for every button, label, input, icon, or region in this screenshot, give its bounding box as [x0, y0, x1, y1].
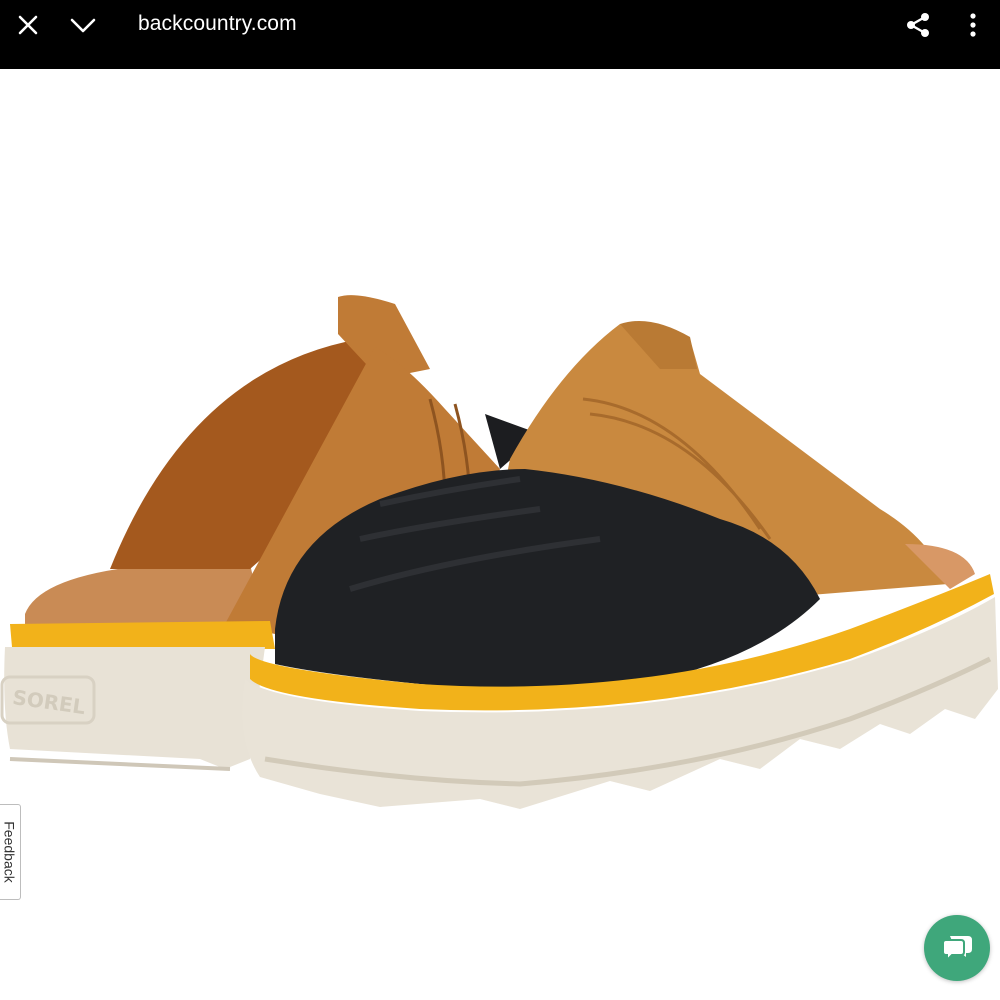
- feedback-tab[interactable]: Feedback: [0, 804, 21, 900]
- close-icon: [18, 15, 38, 35]
- close-button[interactable]: [8, 5, 48, 45]
- more-vertical-icon: [970, 13, 976, 37]
- browser-toolbar: backcountry.com: [0, 0, 1000, 69]
- collapse-button[interactable]: [63, 5, 103, 45]
- chat-icon: [942, 936, 972, 963]
- feedback-label: Feedback: [2, 821, 19, 883]
- page-content: SOREL: [0, 69, 1000, 1000]
- share-icon: [907, 13, 929, 37]
- page-url[interactable]: backcountry.com: [138, 12, 297, 36]
- share-button[interactable]: [898, 5, 938, 45]
- product-photo: SOREL: [0, 295, 999, 809]
- chevron-down-icon: [70, 18, 96, 33]
- chat-button[interactable]: [924, 915, 990, 981]
- more-options-button[interactable]: [953, 5, 993, 45]
